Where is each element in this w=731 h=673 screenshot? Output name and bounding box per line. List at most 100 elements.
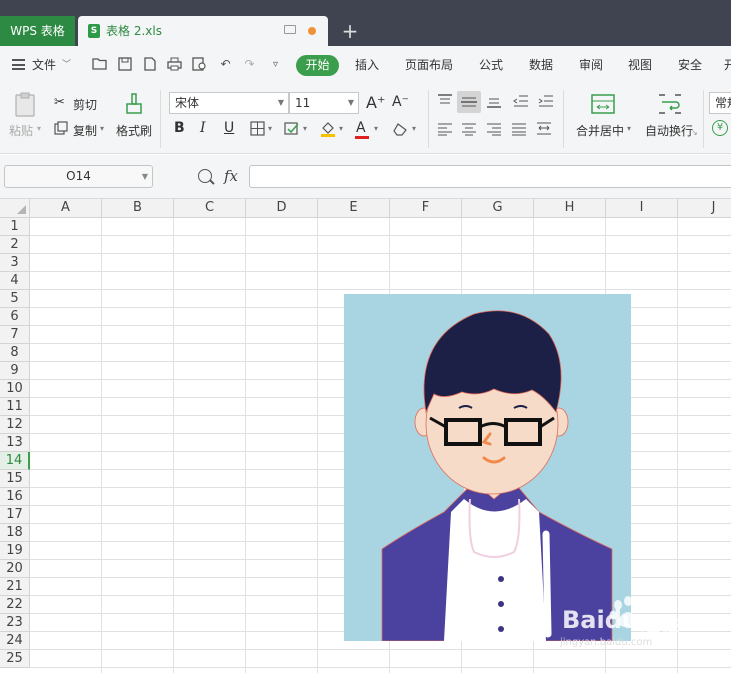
fill-color-icon[interactable]: [320, 120, 336, 137]
row-header-4[interactable]: 4: [0, 272, 30, 290]
format-painter-button[interactable]: 格式刷: [116, 122, 152, 139]
row-header-5[interactable]: 5: [0, 290, 30, 308]
align-middle-icon[interactable]: [457, 91, 481, 113]
new-tab-button[interactable]: +: [340, 16, 360, 46]
export-pdf-icon[interactable]: [142, 57, 157, 72]
column-header-f[interactable]: F: [390, 199, 462, 218]
column-header-a[interactable]: A: [30, 199, 102, 218]
row-header-3[interactable]: 3: [0, 254, 30, 272]
row-header-25[interactable]: 25: [0, 650, 30, 668]
tab-security[interactable]: 安全: [678, 46, 702, 84]
cell-style-icon[interactable]: [284, 121, 300, 136]
column-header-i[interactable]: I: [606, 199, 678, 218]
column-header-e[interactable]: E: [318, 199, 390, 218]
column-header-h[interactable]: H: [534, 199, 606, 218]
row-header-15[interactable]: 15: [0, 470, 30, 488]
redo-icon[interactable]: ↷: [242, 57, 257, 72]
merge-cells-icon[interactable]: [589, 92, 617, 116]
app-tab[interactable]: WPS 表格: [0, 16, 75, 46]
row-header-6[interactable]: 6: [0, 308, 30, 326]
row-header-20[interactable]: 20: [0, 560, 30, 578]
row-header-24[interactable]: 24: [0, 632, 30, 650]
row-header-12[interactable]: 12: [0, 416, 30, 434]
row-header-10[interactable]: 10: [0, 380, 30, 398]
undo-icon[interactable]: ↶: [218, 57, 233, 72]
decrease-font-size-button[interactable]: A⁻: [392, 94, 409, 110]
column-header-d[interactable]: D: [246, 199, 318, 218]
tab-more[interactable]: 开: [724, 46, 731, 84]
unsaved-dot-icon[interactable]: [308, 27, 316, 35]
column-header-b[interactable]: B: [102, 199, 174, 218]
copy-icon[interactable]: [54, 121, 68, 135]
save-icon[interactable]: [117, 57, 132, 72]
wrap-text-icon[interactable]: [656, 92, 684, 116]
tab-page-layout[interactable]: 页面布局: [405, 46, 453, 84]
row-header-14[interactable]: 14: [0, 452, 30, 470]
spreadsheet-grid[interactable]: ABCDEFGHIJ 1 2 3 4 5 6 7 8 9 10 11 12 13 14 15 16 17 18 19…: [0, 199, 731, 673]
number-format-select[interactable]: 常规: [709, 92, 731, 114]
row-header-11[interactable]: 11: [0, 398, 30, 416]
decrease-indent-icon[interactable]: [513, 94, 529, 108]
print-preview-icon[interactable]: [192, 57, 207, 72]
row-header-9[interactable]: 9: [0, 362, 30, 380]
insert-function-button[interactable]: fx: [224, 167, 238, 185]
paste-dropdown-icon[interactable]: ▾: [37, 124, 41, 133]
scissors-icon[interactable]: ✂: [54, 95, 65, 110]
font-color-button[interactable]: A: [356, 120, 366, 136]
row-header-8[interactable]: 8: [0, 344, 30, 362]
row-header-22[interactable]: 22: [0, 596, 30, 614]
tab-data[interactable]: 数据: [529, 46, 553, 84]
paste-icon[interactable]: [12, 92, 38, 118]
tab-formulas[interactable]: 公式: [479, 46, 503, 84]
monitor-icon[interactable]: [284, 25, 296, 34]
clear-dropdown-icon[interactable]: ▾: [412, 124, 416, 133]
wrap-text-button[interactable]: 自动换行: [645, 122, 693, 139]
currency-icon[interactable]: ¥: [712, 120, 728, 136]
menu-file[interactable]: 文件: [32, 46, 56, 84]
search-icon[interactable]: [198, 169, 212, 183]
merge-center-button[interactable]: 合并居中: [576, 122, 624, 139]
row-header-13[interactable]: 13: [0, 434, 30, 452]
column-header-g[interactable]: G: [462, 199, 534, 218]
customize-toolbar-icon[interactable]: ▿: [268, 57, 283, 72]
row-header-17[interactable]: 17: [0, 506, 30, 524]
cut-button[interactable]: 剪切: [73, 96, 97, 113]
hamburger-icon[interactable]: [12, 59, 25, 70]
tab-home[interactable]: 开始: [296, 55, 339, 76]
eraser-icon[interactable]: [392, 122, 408, 136]
format-painter-icon[interactable]: [122, 92, 146, 118]
row-header-7[interactable]: 7: [0, 326, 30, 344]
bold-button[interactable]: B: [174, 120, 185, 136]
increase-indent-icon[interactable]: [538, 94, 554, 108]
select-all-corner[interactable]: [0, 199, 30, 218]
tab-insert[interactable]: 插入: [355, 46, 379, 84]
name-box[interactable]: O14 ▼: [4, 165, 153, 188]
cell-style-dropdown-icon[interactable]: ▾: [303, 124, 307, 133]
align-left-icon[interactable]: [437, 122, 453, 136]
fill-color-dropdown-icon[interactable]: ▾: [339, 124, 343, 133]
open-folder-icon[interactable]: [92, 57, 107, 72]
copy-button[interactable]: 复制: [73, 122, 97, 139]
borders-icon[interactable]: [250, 121, 265, 136]
document-tab[interactable]: S 表格 2.xls: [78, 16, 328, 46]
borders-dropdown-icon[interactable]: ▾: [268, 124, 272, 133]
italic-button[interactable]: I: [200, 120, 206, 136]
underline-button[interactable]: U: [224, 120, 234, 136]
row-header-18[interactable]: 18: [0, 524, 30, 542]
tab-review[interactable]: 审阅: [579, 46, 603, 84]
chevron-down-icon[interactable]: ﹀: [62, 46, 71, 84]
row-header-1[interactable]: 1: [0, 218, 30, 236]
alignment-dialog-launcher-icon[interactable]: ↘: [691, 128, 698, 137]
font-name-select[interactable]: 宋体 ▼: [169, 92, 289, 114]
column-header-c[interactable]: C: [174, 199, 246, 218]
row-header-16[interactable]: 16: [0, 488, 30, 506]
font-size-select[interactable]: 11 ▼: [289, 92, 359, 114]
row-header-21[interactable]: 21: [0, 578, 30, 596]
align-right-icon[interactable]: [486, 122, 502, 136]
font-color-dropdown-icon[interactable]: ▾: [374, 124, 378, 133]
tab-view[interactable]: 视图: [628, 46, 652, 84]
align-top-icon[interactable]: [437, 94, 453, 108]
increase-font-size-button[interactable]: A⁺: [366, 93, 385, 112]
formula-input[interactable]: [249, 165, 731, 188]
align-center-icon[interactable]: [461, 122, 477, 136]
